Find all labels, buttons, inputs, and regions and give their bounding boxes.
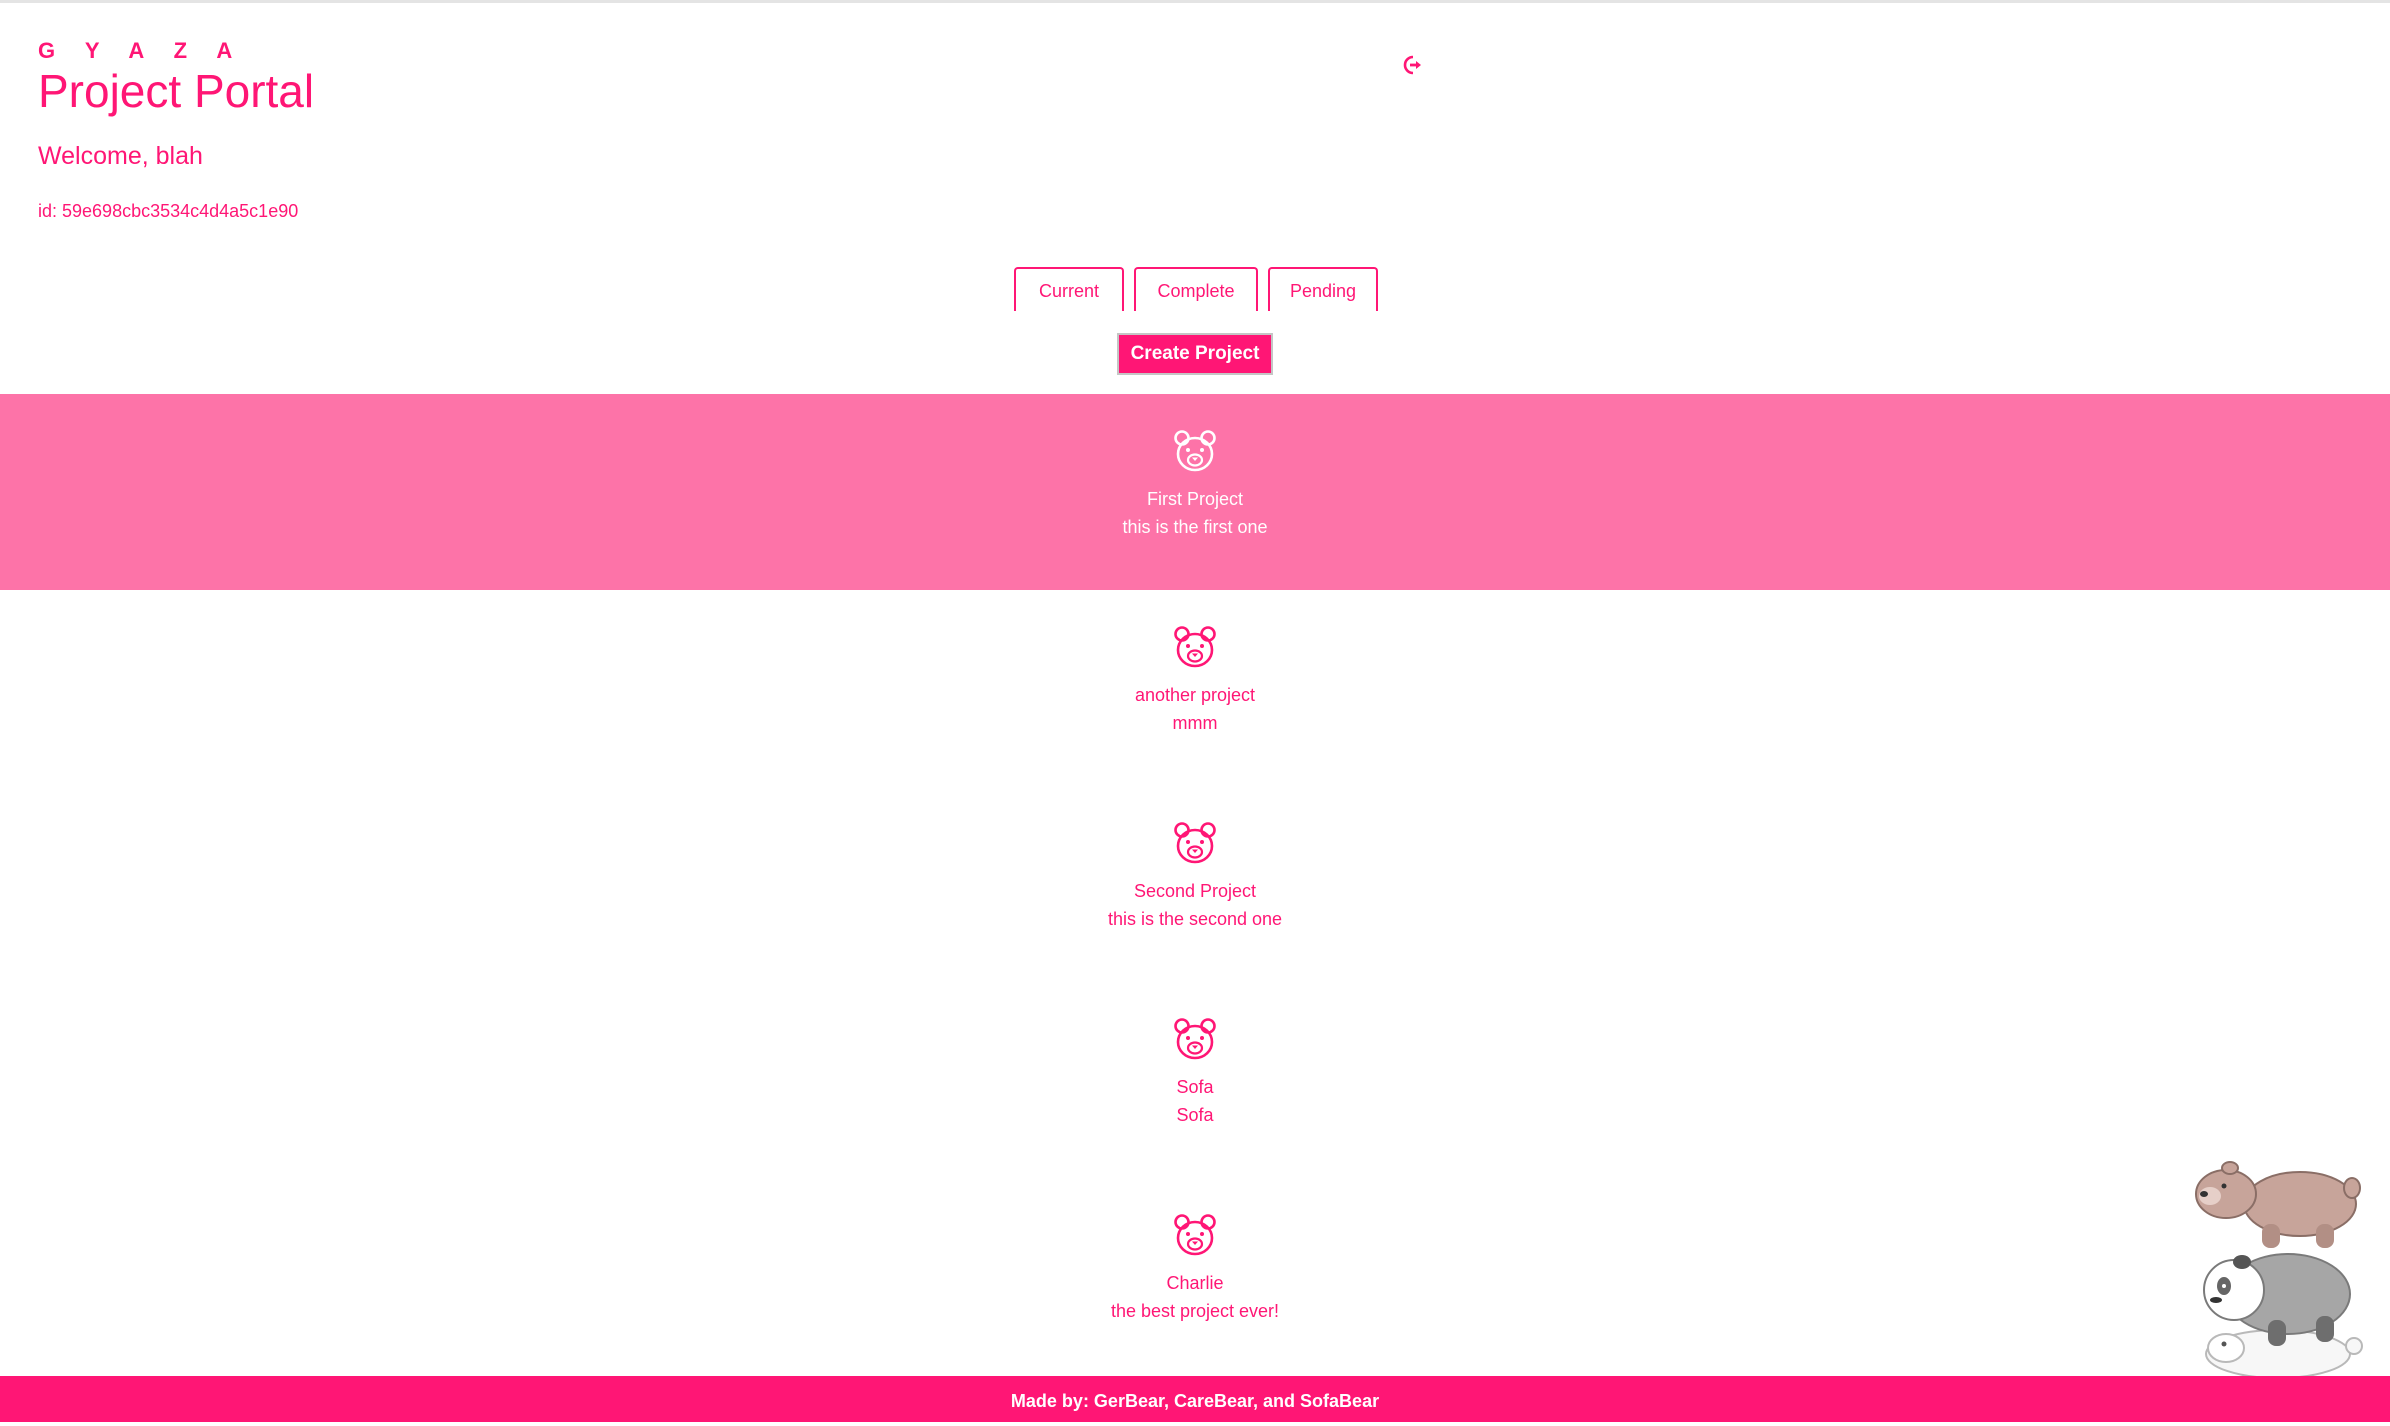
project-item[interactable]: Second Project this is the second one bbox=[0, 786, 2390, 982]
project-tabs: Current Complete Pending bbox=[1014, 267, 1378, 313]
top-border bbox=[0, 0, 2390, 3]
project-item[interactable]: First Project this is the first one bbox=[0, 394, 2390, 590]
project-description: Sofa bbox=[1176, 1105, 1214, 1125]
sign-out-icon[interactable] bbox=[1402, 54, 1424, 76]
welcome-message: Welcome, blah bbox=[38, 142, 203, 170]
tab-current[interactable]: Current bbox=[1014, 267, 1124, 311]
project-description: mmm bbox=[1172, 713, 1218, 733]
project-name: First Project bbox=[1146, 489, 1243, 509]
project-name: Second Project bbox=[1133, 881, 1257, 901]
create-project-button[interactable]: Create Project bbox=[1117, 333, 1273, 375]
project-description: this is the first one bbox=[1122, 517, 1268, 537]
project-item[interactable]: Sofa Sofa bbox=[0, 982, 2390, 1178]
project-item[interactable]: Charlie the best project ever! bbox=[0, 1178, 2390, 1374]
project-item[interactable]: another project mmm bbox=[0, 590, 2390, 786]
tab-pending[interactable]: Pending bbox=[1268, 267, 1378, 311]
project-description: this is the second one bbox=[1107, 909, 1283, 929]
bear-icon bbox=[1174, 626, 1216, 668]
project-name: Sofa bbox=[1176, 1077, 1214, 1097]
footer: Made by: GerBear, CareBear, and SofaBear bbox=[0, 1376, 2390, 1422]
stacked-bears-illustration bbox=[2195, 1161, 2363, 1376]
brand-logo: G Y A Z A bbox=[38, 38, 245, 63]
project-name: Charlie bbox=[1166, 1273, 1224, 1293]
bear-icon bbox=[1174, 822, 1216, 864]
project-description: the best project ever! bbox=[1110, 1301, 1280, 1321]
user-id: id: 59e698cbc3534c4d4a5c1e90 bbox=[38, 201, 299, 221]
tab-complete[interactable]: Complete bbox=[1134, 267, 1258, 311]
page-title: Project Portal bbox=[38, 65, 315, 117]
bear-icon bbox=[1174, 430, 1216, 472]
bear-icon bbox=[1174, 1018, 1216, 1060]
project-name: another project bbox=[1134, 685, 1256, 705]
bear-icon bbox=[1174, 1214, 1216, 1256]
